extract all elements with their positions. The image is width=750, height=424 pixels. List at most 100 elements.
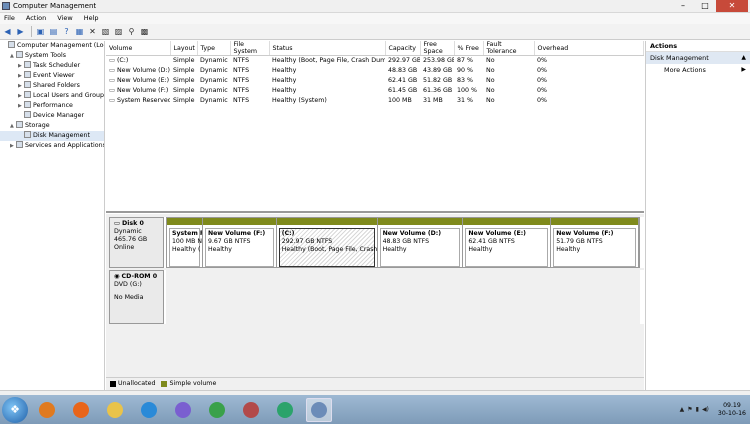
network-icon[interactable]: ▮ (696, 406, 699, 413)
view-icon[interactable]: ▦ (74, 26, 85, 37)
explorer-taskbar-button[interactable] (102, 398, 128, 422)
column-header[interactable]: Overhead (534, 41, 644, 56)
cd-drive-icon: ◉ (114, 273, 120, 280)
volume-cell-text: Dynamic (200, 57, 228, 65)
volume-cell: 90 % (454, 66, 483, 76)
volume-row[interactable]: ▭ System Reserved Simple Dynamic NTFS Health… (106, 96, 644, 106)
volume-drive-icon: ▭ (109, 97, 117, 104)
tree-item[interactable]: ▲ System Tools (0, 51, 104, 61)
disk-0-label[interactable]: ▭ Disk 0 Dynamic 465.76 GB Online (109, 217, 164, 268)
volume-cell: Dynamic (197, 66, 230, 76)
tree-item[interactable]: ▶ Services and Applications (0, 141, 104, 151)
volume-list: Volume Layout Type File System Status Capacit… (106, 41, 644, 213)
volume-row[interactable]: ▭ New Volume (E:) Simple Dynamic NTFS Health… (106, 76, 644, 86)
search-icon[interactable]: ⚲ (126, 26, 137, 37)
partition-block[interactable]: New Volume (F:) 51.79 GB NTFS Healthy (551, 218, 639, 267)
tree-item[interactable]: ▶ Performance (0, 101, 104, 111)
partition-block[interactable]: (C:) 292.97 GB NTFS Healthy (Boot, Page Fi… (276, 218, 378, 267)
properties-icon[interactable]: ▤ (48, 26, 59, 37)
ie-taskbar-button[interactable] (136, 398, 162, 422)
disk-0-state: Online (114, 244, 135, 251)
cdrom-0-label[interactable]: ◉ CD-ROM 0 DVD (G:) No Media (109, 270, 164, 324)
partition-status: Healthy (382, 246, 407, 253)
menu-file[interactable]: File (4, 13, 15, 24)
tree-item[interactable]: ▶ Event Viewer (0, 71, 104, 81)
clock[interactable]: 09.19 30-10-16 (718, 402, 746, 418)
partition-block[interactable]: New Volume (F:) 9.67 GB NTFS Healthy (202, 218, 277, 267)
column-header[interactable]: Layout (170, 41, 198, 56)
partition-block[interactable]: System R 100 MB N Healthy ( (167, 218, 203, 267)
column-header[interactable]: Fault Tolerance (483, 41, 535, 56)
column-header[interactable]: % Free (454, 41, 484, 56)
menu-help[interactable]: Help (84, 13, 99, 24)
collapse-arrow-icon[interactable]: ▲ (741, 52, 746, 64)
disk-0-type: Dynamic (114, 228, 142, 235)
partition-name: New Volume (F:) (556, 230, 614, 237)
column-header[interactable]: Free Space (420, 41, 455, 56)
cdrom-0-drive: DVD (G:) (114, 281, 142, 288)
back-icon[interactable]: ◀ (2, 26, 13, 37)
partition-status: Healthy (Boot, Page File, Crash D (281, 246, 378, 253)
tree-item[interactable]: ▶ Local Users and Groups (0, 91, 104, 101)
forward-icon[interactable]: ▶ (15, 26, 26, 37)
column-header[interactable]: Capacity (385, 41, 421, 56)
tree-node-icon (24, 91, 31, 98)
chrome-taskbar-button[interactable] (204, 398, 230, 422)
disk-0-partitions: System R 100 MB N Healthy (New Volume (F:)… (166, 217, 640, 268)
column-header[interactable]: Status (269, 41, 386, 56)
tree-item[interactable]: Disk Management (0, 131, 104, 141)
winrar-taskbar-button[interactable] (238, 398, 264, 422)
volume-row[interactable]: ▭ New Volume (F:) Simple Dynamic NTFS Health… (106, 86, 644, 96)
folder-icon[interactable]: ▩ (139, 26, 150, 37)
idm-taskbar-button[interactable] (272, 398, 298, 422)
menu-action[interactable]: Action (26, 13, 46, 24)
up-icon[interactable]: ▣ (35, 26, 46, 37)
tray-up-arrow-icon[interactable]: ▲ (680, 406, 685, 413)
help-icon[interactable]: ? (61, 26, 72, 37)
actions-section-disk-management[interactable]: Disk Management ▲ (646, 52, 750, 64)
tree-item[interactable]: Device Manager (0, 111, 104, 121)
close-button[interactable]: ✕ (716, 0, 748, 12)
tree-item[interactable]: ▶ Task Scheduler (0, 61, 104, 71)
volume-cell-text: (C:) (116, 57, 129, 65)
partition-block[interactable]: New Volume (D:) 48.83 GB NTFS Healthy (377, 218, 464, 267)
volume-icon[interactable]: ◀) (702, 406, 709, 413)
column-header[interactable]: Type (197, 41, 231, 56)
volume-row[interactable]: ▭ New Volume (D:) Simple Dynamic NTFS Health… (106, 66, 644, 76)
menu-view[interactable]: View (57, 13, 72, 24)
cdrom-0-row[interactable]: ◉ CD-ROM 0 DVD (G:) No Media (109, 270, 644, 324)
taskbar: ❖ ▲ ⚑ ▮ ◀) 09.19 30-10-16 (0, 395, 750, 424)
tree-item-label: Local Users and Groups (33, 92, 105, 99)
simple-volume-swatch (161, 380, 168, 387)
partition-block[interactable]: New Volume (E:) 62.41 GB NTFS Healthy (463, 218, 552, 267)
computer-management-taskbar-button[interactable] (306, 397, 332, 422)
volume-cell: Healthy (269, 76, 385, 86)
flag-icon[interactable]: ⚑ (687, 406, 692, 413)
tree-item[interactable]: Computer Management (Local (0, 41, 104, 51)
column-header[interactable]: Volume (106, 41, 171, 56)
toolbar: ◀ ▶ ▣ ▤ ? ▦ ✕ ▧ ▨ ⚲ ▩ (0, 24, 750, 40)
volume-row[interactable]: ▭ (C:) Simple Dynamic NTFS Healthy (Boot, Pa… (106, 56, 644, 66)
settings-icon[interactable]: ▧ (100, 26, 111, 37)
partition-inner: (C:) 292.97 GB NTFS Healthy (Boot, Page Fi… (278, 228, 378, 267)
volume-drive-icon: ▭ (109, 57, 117, 65)
partition-inner: New Volume (F:) 9.67 GB NTFS Healthy (204, 228, 274, 267)
volume-cell: ▭ New Volume (D:) (106, 66, 170, 76)
open-icon[interactable]: ▨ (113, 26, 124, 37)
more-actions-item[interactable]: More Actions ▶ (646, 64, 750, 76)
skype-taskbar-button[interactable] (170, 398, 196, 422)
maximize-button[interactable]: □ (694, 0, 716, 12)
disk-0-row[interactable]: ▭ Disk 0 Dynamic 465.76 GB Online System… (109, 217, 644, 268)
tree-item[interactable]: ▲ Storage (0, 121, 104, 131)
firefox-taskbar-button[interactable] (68, 398, 94, 422)
delete-icon[interactable]: ✕ (87, 26, 98, 37)
volume-cell: Dynamic (197, 76, 230, 86)
volume-cell-text: Dynamic (200, 77, 228, 84)
partition-name: New Volume (E:) (468, 230, 527, 237)
media-player-taskbar-button[interactable] (34, 398, 60, 422)
tree-item[interactable]: ▶ Shared Folders (0, 81, 104, 91)
start-button[interactable]: ❖ (2, 396, 28, 423)
disk-graphical-view: ▭ Disk 0 Dynamic 465.76 GB Online System… (106, 214, 644, 390)
minimize-button[interactable]: – (672, 0, 694, 12)
column-header[interactable]: File System (230, 41, 270, 56)
